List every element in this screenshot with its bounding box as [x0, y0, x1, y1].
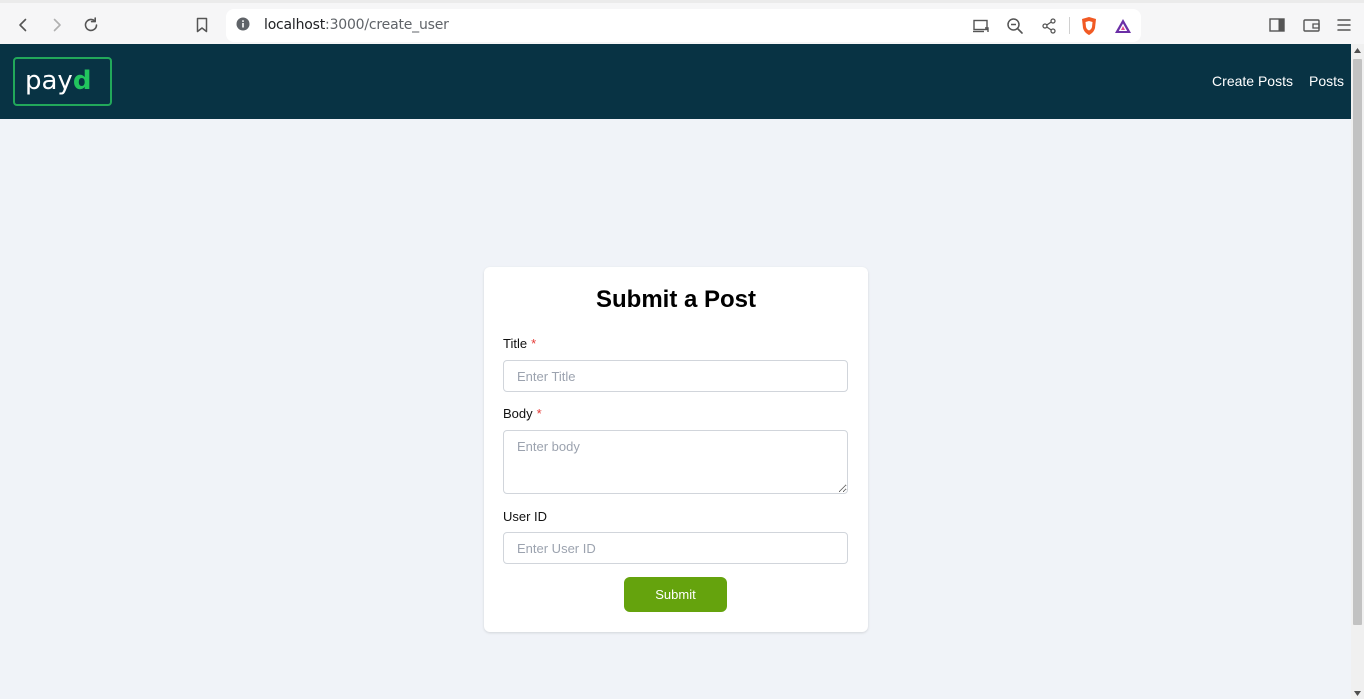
zoom-out-icon[interactable]	[1003, 14, 1027, 38]
nav-posts[interactable]: Posts	[1309, 73, 1344, 89]
scroll-down-icon[interactable]	[1354, 691, 1361, 696]
user-id-label: User ID	[503, 509, 547, 524]
user-id-label-text: User ID	[503, 509, 548, 524]
bookmark-icon[interactable]	[189, 12, 215, 38]
url-text[interactable]: localhost:3000/create_user	[264, 17, 449, 33]
title-label: Title *	[503, 336, 536, 351]
page-scrollbar[interactable]	[1351, 44, 1364, 699]
browser-toolbar: localhost:3000/create_user	[0, 0, 1364, 44]
logo-text: payd	[25, 66, 91, 96]
app-header: payd Create Posts Posts	[0, 44, 1351, 119]
cast-icon[interactable]	[969, 14, 993, 38]
reload-icon[interactable]	[78, 12, 104, 38]
required-mark: *	[536, 406, 542, 421]
scrollbar-thumb[interactable]	[1353, 59, 1362, 625]
body-label-text: Body	[503, 406, 533, 421]
logo[interactable]: payd	[13, 57, 112, 106]
body-label: Body *	[503, 406, 542, 421]
wallet-icon[interactable]	[1298, 12, 1324, 38]
title-label-text: Title	[503, 336, 528, 351]
post-form-card: Submit a Post Title* Body* User ID Submi…	[484, 267, 868, 632]
url-path: :3000/create_user	[325, 17, 449, 33]
form-title: Submit a Post	[595, 286, 757, 313]
share-icon[interactable]	[1037, 14, 1061, 38]
scroll-up-icon[interactable]	[1354, 48, 1361, 53]
main-nav: Create Posts Posts	[1212, 73, 1344, 89]
nav-create-posts[interactable]: Create Posts	[1212, 73, 1293, 89]
info-icon[interactable]	[236, 17, 250, 31]
brave-shields-icon[interactable]	[1077, 14, 1101, 38]
address-bar[interactable]: localhost:3000/create_user	[226, 9, 1141, 42]
sidebar-icon[interactable]	[1264, 12, 1290, 38]
submit-button[interactable]: Submit	[624, 577, 727, 612]
title-input[interactable]	[503, 360, 848, 392]
back-icon[interactable]	[10, 12, 36, 38]
forward-icon[interactable]	[44, 12, 70, 38]
body-textarea[interactable]	[503, 430, 848, 494]
user-id-input[interactable]	[503, 532, 848, 564]
payd-logo: payd	[25, 66, 91, 96]
menu-icon[interactable]	[1331, 12, 1357, 38]
url-host: localhost	[264, 17, 326, 33]
brave-rewards-icon[interactable]	[1111, 14, 1135, 38]
required-mark: *	[531, 336, 537, 351]
toolbar-divider	[1069, 17, 1070, 34]
